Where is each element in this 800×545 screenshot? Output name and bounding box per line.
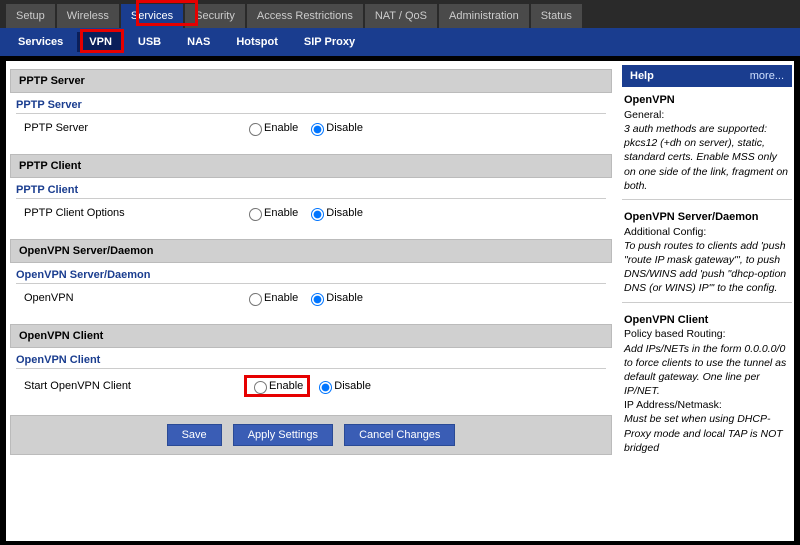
section-openvpn-server: OpenVPN Server/Daemon: [10, 239, 612, 263]
openvpn-client-disable[interactable]: Disable: [314, 378, 371, 394]
subtab-sip-proxy[interactable]: SIP Proxy: [292, 32, 367, 52]
label-start-openvpn-client: Start OpenVPN Client: [24, 380, 244, 392]
disable-text: Disable: [334, 380, 371, 392]
tab-access-restrictions[interactable]: Access Restrictions: [247, 4, 363, 28]
help-openvpn-title: OpenVPN: [624, 94, 675, 106]
help-more-link[interactable]: more...: [750, 70, 784, 82]
tab-administration[interactable]: Administration: [439, 4, 529, 28]
tab-setup[interactable]: Setup: [6, 4, 55, 28]
highlight-vpn-subtab: [80, 29, 124, 53]
help-ovpnclient-title: OpenVPN Client: [624, 314, 708, 326]
help-ovpnclient-text: Add IPs/NETs in the form 0.0.0.0/0 to fo…: [624, 343, 786, 398]
label-pptp-server: PPTP Server: [24, 122, 244, 134]
subtab-nas[interactable]: NAS: [175, 32, 222, 52]
enable-text: Enable: [264, 122, 298, 134]
enable-text: Enable: [264, 292, 298, 304]
label-openvpn: OpenVPN: [24, 292, 244, 304]
main-panel: PPTP Server PPTP Server PPTP Server Enab…: [6, 61, 616, 541]
disable-text: Disable: [326, 207, 363, 219]
enable-text: Enable: [264, 207, 298, 219]
highlight-services-tab: [136, 0, 198, 26]
tab-wireless[interactable]: Wireless: [57, 4, 119, 28]
subheader-pptp-client: PPTP Client: [16, 184, 606, 199]
openvpn-client-enable[interactable]: Enable: [249, 378, 303, 394]
pptp-client-enable[interactable]: Enable: [244, 205, 298, 221]
help-ovpnclient-sub2: IP Address/Netmask:: [624, 399, 722, 411]
disable-text: Disable: [326, 292, 363, 304]
help-openvpn-text: 3 auth methods are supported: pkcs12 (+d…: [624, 123, 788, 192]
help-ovpnserver-title: OpenVPN Server/Daemon: [624, 211, 759, 223]
pptp-client-disable[interactable]: Disable: [306, 205, 363, 221]
subheader-pptp-server: PPTP Server: [16, 99, 606, 114]
openvpn-enable[interactable]: Enable: [244, 290, 298, 306]
tab-nat-qos[interactable]: NAT / QoS: [365, 4, 437, 28]
section-pptp-client: PPTP Client: [10, 154, 612, 178]
help-openvpn-sub: General:: [624, 109, 664, 121]
subheader-openvpn-client: OpenVPN Client: [16, 354, 606, 369]
subtab-services[interactable]: Services: [6, 32, 75, 52]
pptp-server-enable[interactable]: Enable: [244, 120, 298, 136]
help-ovpnserver-text: To push routes to clients add 'push "rou…: [624, 240, 786, 295]
tab-status[interactable]: Status: [531, 4, 582, 28]
top-tabs: Setup Wireless Services Security Access …: [0, 0, 800, 28]
help-panel: Help more... OpenVPN General: 3 auth met…: [616, 61, 794, 541]
help-ovpnserver-sub: Additional Config:: [624, 226, 706, 238]
label-pptp-client: PPTP Client Options: [24, 207, 244, 219]
button-bar: Save Apply Settings Cancel Changes: [10, 415, 612, 455]
enable-text: Enable: [269, 380, 303, 392]
pptp-server-disable[interactable]: Disable: [306, 120, 363, 136]
apply-settings-button[interactable]: Apply Settings: [233, 424, 333, 446]
highlight-enable-option: Enable: [244, 375, 310, 397]
cancel-changes-button[interactable]: Cancel Changes: [344, 424, 455, 446]
subtab-usb[interactable]: USB: [126, 32, 173, 52]
save-button[interactable]: Save: [167, 424, 222, 446]
help-ovpnclient-sub: Policy based Routing:: [624, 328, 726, 340]
section-openvpn-client: OpenVPN Client: [10, 324, 612, 348]
section-pptp-server: PPTP Server: [10, 69, 612, 93]
openvpn-disable[interactable]: Disable: [306, 290, 363, 306]
help-title: Help: [630, 70, 654, 82]
help-ovpnclient-text2: Must be set when using DHCP-Proxy mode a…: [624, 413, 783, 453]
disable-text: Disable: [326, 122, 363, 134]
subheader-openvpn-server: OpenVPN Server/Daemon: [16, 269, 606, 284]
subtab-hotspot[interactable]: Hotspot: [224, 32, 290, 52]
